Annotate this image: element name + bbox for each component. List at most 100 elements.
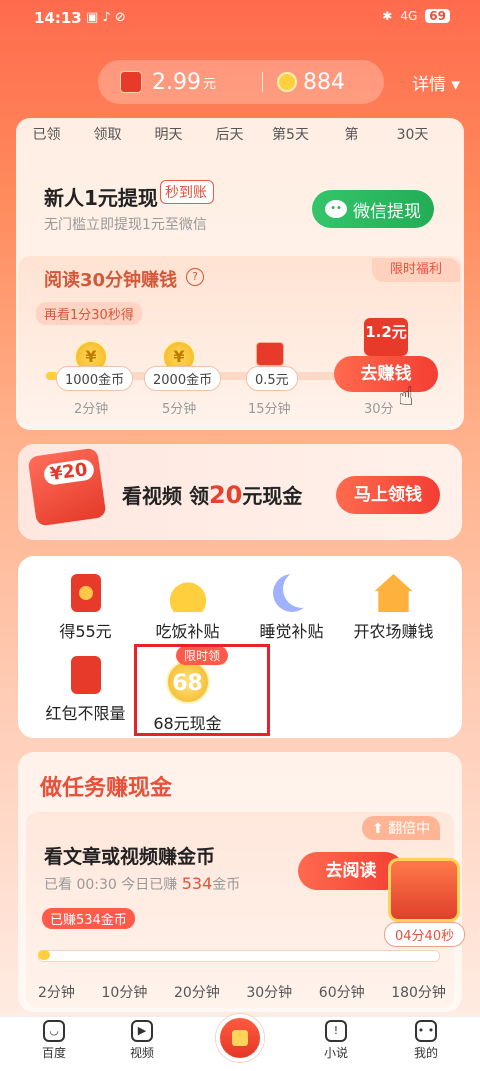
milestone-reward: 2000金币	[144, 366, 222, 391]
baidu-icon: ◡	[43, 1020, 65, 1042]
checkin-day: 第5天	[272, 127, 309, 143]
nav-label: 视频	[129, 1046, 154, 1060]
grid-item-label: 开农场赚钱	[353, 622, 434, 641]
moon-icon	[273, 574, 311, 612]
grid-item-label: 睡觉补贴	[259, 622, 324, 641]
gold-coin-icon	[277, 72, 297, 92]
status-right: ✱ 4G 69	[382, 9, 450, 23]
task-step: 60分钟	[318, 985, 365, 1001]
nav-earn-button[interactable]	[216, 1014, 264, 1062]
grid-item-label: 吃饭补贴	[155, 622, 220, 641]
task-step: 180分钟	[391, 985, 446, 1001]
checkin-days: 已领 领取 明天 后天 第5天 第 30天	[16, 124, 464, 144]
grid-item-farm[interactable]: 开农场赚钱	[338, 574, 449, 642]
wechat-withdraw-label: 微信提现	[353, 201, 421, 222]
cash-balance: 2.99	[152, 69, 201, 95]
reading-tip: 再看1分30秒得	[36, 302, 142, 325]
treasure-chest-icon[interactable]	[388, 858, 460, 922]
nav-novel[interactable]: ! 小说	[306, 1020, 366, 1061]
video-text-pre: 看视频 领	[122, 484, 209, 508]
milestone-reward: 1000金币	[56, 366, 134, 391]
instant-badge-label: 秒到账	[165, 185, 207, 201]
nav-label: 小说	[323, 1046, 348, 1060]
red-envelope-icon	[256, 342, 284, 366]
task-step: 10分钟	[101, 985, 148, 1001]
nav-video[interactable]: ▶ 视频	[112, 1020, 172, 1061]
status-bar: 14:13 ▣ ♪ ⊘ ✱ 4G 69	[0, 0, 480, 38]
milestone-reward: 0.5元	[246, 366, 298, 391]
help-icon[interactable]: ?	[186, 268, 204, 286]
grid-item-sleep-subsidy[interactable]: 睡觉补贴	[236, 574, 347, 642]
wechat-icon: ••	[325, 200, 347, 218]
reading-title: 阅读30分钟赚钱	[44, 270, 178, 291]
battery-indicator: 69	[425, 9, 450, 23]
claim-now-button[interactable]: 马上领钱	[336, 476, 440, 514]
go-earn-button[interactable]: 去赚钱	[334, 356, 438, 392]
cash-unit: 元	[202, 76, 216, 92]
task-steps: 2分钟 10分钟 20分钟 30分钟 60分钟 180分钟	[38, 982, 446, 1002]
checkin-day: 已领	[32, 127, 61, 143]
signal-icon: 4G	[400, 9, 418, 23]
task-title: 看文章或视频赚金币	[44, 846, 216, 868]
highlight-box	[134, 644, 270, 736]
wechat-withdraw-button[interactable]: •• 微信提现	[312, 190, 434, 228]
grid-item-label: 得55元	[59, 622, 112, 641]
balance-pill[interactable]: 2.99 元 884	[98, 60, 384, 104]
red-envelope-icon: 1.2元	[364, 318, 408, 356]
status-time: 14:13	[34, 9, 82, 27]
pointing-hand-icon: ☝	[398, 382, 414, 412]
book-icon: !	[325, 1020, 347, 1042]
milestone-time: 2分钟	[74, 402, 109, 417]
milestone-time: 30分	[364, 402, 394, 417]
earned-unit: 金币	[212, 877, 241, 893]
checkin-day: 明天	[154, 127, 183, 143]
task-step: 20分钟	[173, 985, 220, 1001]
newbie-subtitle: 无门槛立即提现1元至微信	[44, 217, 207, 233]
coin-balance: 884	[303, 69, 345, 95]
nav-me[interactable]: • • 我的	[396, 1020, 456, 1061]
grid-item-label: 红包不限量	[45, 704, 126, 723]
farm-house-icon	[374, 574, 413, 612]
video-icon: ▶	[131, 1020, 153, 1042]
checkin-day: 后天	[215, 127, 244, 143]
grid-item-55-yuan[interactable]: 得55元	[30, 574, 141, 642]
earned-amount: 534	[181, 874, 213, 893]
app-notification-icon: ▣ ♪ ⊘	[86, 10, 126, 25]
red-envelope-icon: ¥20	[27, 447, 107, 527]
double-reward-label: 翻倍中	[388, 821, 431, 837]
checkin-day[interactable]: 领取	[77, 124, 138, 144]
red-envelope-icon	[120, 71, 142, 93]
video-text-amount: 20	[208, 481, 243, 509]
task-stats: 已看 00:30 今日已赚 534金币	[44, 874, 240, 894]
milestone-reward: 1.2元	[365, 323, 407, 341]
video-banner-text: 看视频 领20元现金	[122, 480, 302, 509]
chest-timer: 04分40秒	[384, 922, 466, 947]
task-section-title: 做任务赚现金	[40, 776, 173, 801]
bowl-icon	[168, 574, 207, 612]
grid-item-unlimited-red-envelopes[interactable]: 红包不限量	[30, 656, 141, 724]
nav-label: 我的	[413, 1046, 438, 1060]
milestone-time: 5分钟	[162, 402, 197, 417]
watched-time: 00:30	[76, 877, 117, 893]
red-envelope-icon	[70, 574, 101, 612]
red-cards-icon	[70, 656, 101, 694]
milestone-time: 15分钟	[248, 402, 291, 417]
divider	[262, 72, 263, 92]
earned-tag: 已赚534金币	[42, 908, 135, 929]
watched-label: 已看	[44, 877, 72, 893]
task-step: 2分钟	[38, 985, 75, 1001]
checkin-day: 30天	[396, 127, 429, 143]
newbie-title: 新人1元提现	[44, 186, 158, 210]
detail-link[interactable]: 详情 ▾	[412, 70, 460, 95]
instant-badge: 秒到账	[160, 180, 214, 204]
limited-offer-tag: 限时福利	[372, 258, 460, 282]
task-progress-fill	[38, 950, 50, 960]
task-step: 30分钟	[246, 985, 293, 1001]
task-progress-track	[38, 950, 440, 962]
nav-baidu[interactable]: ◡ 百度	[24, 1020, 84, 1061]
nav-label: 百度	[41, 1046, 66, 1060]
video-text-post: 元现金	[242, 484, 303, 508]
checkin-day: 第	[344, 127, 359, 143]
profile-icon: • •	[415, 1020, 437, 1042]
grid-item-meal-subsidy[interactable]: 吃饭补贴	[132, 574, 243, 642]
